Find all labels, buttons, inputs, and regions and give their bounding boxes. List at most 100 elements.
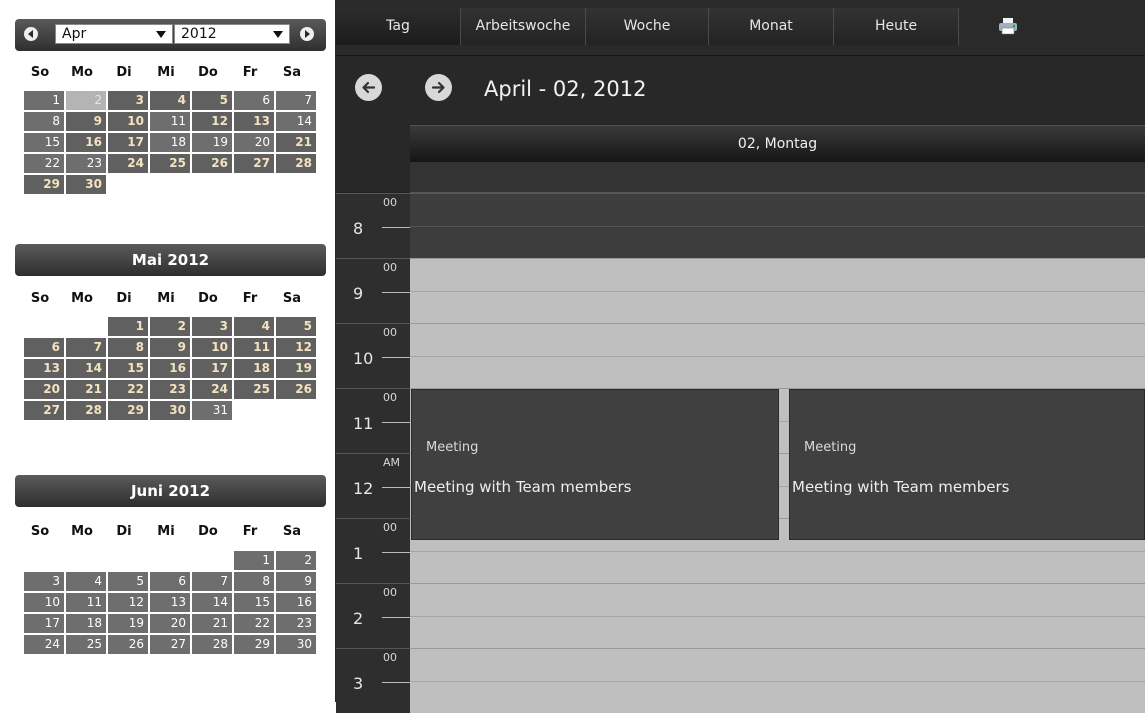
calendar-event[interactable]: Meeting Meeting with Team members <box>789 389 1145 540</box>
calendar-day[interactable]: 30 <box>276 635 316 654</box>
calendar-day[interactable]: 23 <box>150 380 190 399</box>
print-button[interactable] <box>984 8 1044 45</box>
calendar-day[interactable]: 19 <box>108 614 148 633</box>
calendar-day[interactable]: 26 <box>276 380 316 399</box>
calendar-day[interactable]: 10 <box>108 112 148 131</box>
calendar-day[interactable]: 9 <box>66 112 106 131</box>
calendar-day[interactable]: 28 <box>276 154 316 173</box>
month-select[interactable]: Apr <box>55 24 173 44</box>
calendar-day[interactable]: 21 <box>66 380 106 399</box>
calendar-day[interactable]: 2 <box>276 551 316 570</box>
tab-month[interactable]: Monat <box>709 8 834 45</box>
calendar-day[interactable]: 5 <box>108 572 148 591</box>
calendar-day[interactable]: 2 <box>66 91 106 110</box>
calendar-day[interactable]: 18 <box>150 133 190 152</box>
calendar-day[interactable]: 27 <box>150 635 190 654</box>
calendar-day[interactable]: 7 <box>192 572 232 591</box>
calendar-day[interactable]: 3 <box>24 572 64 591</box>
calendar-day[interactable]: 5 <box>276 317 316 336</box>
calendar-day[interactable]: 21 <box>192 614 232 633</box>
calendar-day[interactable]: 8 <box>234 572 274 591</box>
calendar-day[interactable]: 14 <box>276 112 316 131</box>
calendar-day[interactable]: 28 <box>192 635 232 654</box>
calendar-day[interactable]: 24 <box>192 380 232 399</box>
all-day-row[interactable] <box>410 162 1145 193</box>
calendar-day[interactable]: 3 <box>192 317 232 336</box>
year-select[interactable]: 2012 <box>174 24 290 44</box>
calendar-day[interactable]: 25 <box>234 380 274 399</box>
calendar-day[interactable]: 4 <box>234 317 274 336</box>
tab-workweek[interactable]: Arbeitswoche <box>461 8 586 45</box>
calendar-day[interactable]: 18 <box>234 359 274 378</box>
tab-day[interactable]: Tag <box>336 8 461 45</box>
previous-day-button[interactable] <box>355 74 382 101</box>
calendar-day[interactable]: 17 <box>24 614 64 633</box>
calendar-day[interactable]: 28 <box>66 401 106 420</box>
calendar-day[interactable]: 25 <box>150 154 190 173</box>
calendar-day[interactable]: 14 <box>66 359 106 378</box>
calendar-day[interactable]: 31 <box>192 401 232 420</box>
calendar-day[interactable]: 26 <box>108 635 148 654</box>
next-month-icon[interactable] <box>300 27 314 41</box>
calendar-day[interactable]: 13 <box>150 593 190 612</box>
calendar-day[interactable]: 21 <box>276 133 316 152</box>
calendar-day[interactable]: 11 <box>66 593 106 612</box>
calendar-day[interactable]: 23 <box>66 154 106 173</box>
calendar-day[interactable]: 12 <box>276 338 316 357</box>
calendar-day[interactable]: 12 <box>108 593 148 612</box>
calendar-day[interactable]: 15 <box>108 359 148 378</box>
calendar-day[interactable]: 1 <box>234 551 274 570</box>
calendar-day[interactable]: 16 <box>66 133 106 152</box>
calendar-day[interactable]: 9 <box>276 572 316 591</box>
calendar-day[interactable]: 30 <box>66 175 106 194</box>
calendar-day[interactable]: 24 <box>24 635 64 654</box>
calendar-day[interactable]: 30 <box>150 401 190 420</box>
calendar-day[interactable]: 10 <box>24 593 64 612</box>
calendar-day[interactable]: 17 <box>108 133 148 152</box>
calendar-day[interactable]: 20 <box>24 380 64 399</box>
calendar-day[interactable]: 22 <box>24 154 64 173</box>
calendar-day[interactable]: 19 <box>276 359 316 378</box>
calendar-day[interactable]: 4 <box>150 91 190 110</box>
calendar-day[interactable]: 6 <box>234 91 274 110</box>
calendar-day[interactable]: 4 <box>66 572 106 591</box>
calendar-day[interactable]: 11 <box>234 338 274 357</box>
calendar-day[interactable]: 5 <box>192 91 232 110</box>
calendar-day[interactable]: 27 <box>234 154 274 173</box>
calendar-day[interactable]: 29 <box>24 175 64 194</box>
prev-month-icon[interactable] <box>24 27 38 41</box>
calendar-day[interactable]: 24 <box>108 154 148 173</box>
calendar-day[interactable]: 6 <box>24 338 64 357</box>
calendar-day[interactable]: 6 <box>150 572 190 591</box>
calendar-event[interactable]: Meeting Meeting with Team members <box>411 389 779 540</box>
calendar-day[interactable]: 9 <box>150 338 190 357</box>
calendar-day[interactable]: 1 <box>24 91 64 110</box>
calendar-day[interactable]: 16 <box>276 593 316 612</box>
calendar-day[interactable]: 8 <box>24 112 64 131</box>
calendar-day[interactable]: 18 <box>66 614 106 633</box>
calendar-day[interactable]: 29 <box>234 635 274 654</box>
calendar-day[interactable]: 20 <box>234 133 274 152</box>
calendar-day[interactable]: 10 <box>192 338 232 357</box>
calendar-day[interactable]: 13 <box>234 112 274 131</box>
calendar-day[interactable]: 22 <box>234 614 274 633</box>
calendar-day[interactable]: 23 <box>276 614 316 633</box>
calendar-day[interactable]: 8 <box>108 338 148 357</box>
calendar-day[interactable]: 7 <box>66 338 106 357</box>
calendar-day[interactable]: 22 <box>108 380 148 399</box>
calendar-day[interactable]: 15 <box>24 133 64 152</box>
calendar-day[interactable]: 12 <box>192 112 232 131</box>
calendar-day[interactable]: 3 <box>108 91 148 110</box>
calendar-day[interactable]: 17 <box>192 359 232 378</box>
calendar-day[interactable]: 1 <box>108 317 148 336</box>
calendar-day[interactable]: 29 <box>108 401 148 420</box>
calendar-day[interactable]: 16 <box>150 359 190 378</box>
calendar-day[interactable]: 15 <box>234 593 274 612</box>
calendar-day[interactable]: 27 <box>24 401 64 420</box>
calendar-day[interactable]: 26 <box>192 154 232 173</box>
calendar-day[interactable]: 2 <box>150 317 190 336</box>
calendar-day[interactable]: 25 <box>66 635 106 654</box>
calendar-day[interactable]: 7 <box>276 91 316 110</box>
tab-week[interactable]: Woche <box>586 8 709 45</box>
tab-today[interactable]: Heute <box>834 8 959 45</box>
